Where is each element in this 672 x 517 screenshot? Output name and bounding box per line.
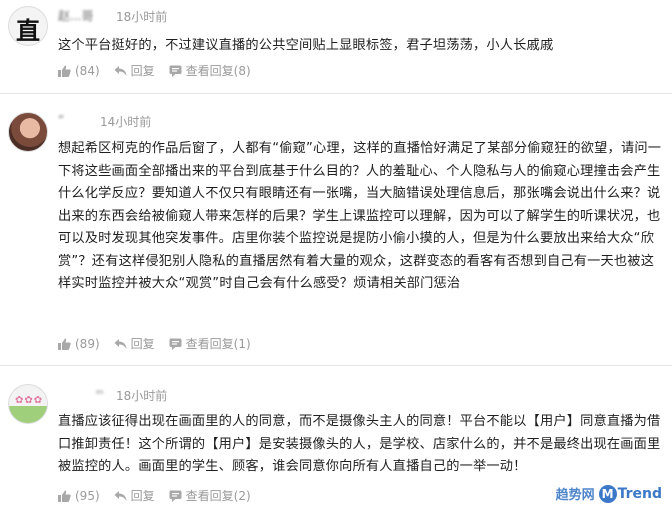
watermark-logo-icon: M <box>598 484 617 503</box>
view-replies-button[interactable]: 查看回复(8) <box>169 62 251 79</box>
view-replies-button[interactable]: 查看回复(2) <box>169 487 251 504</box>
reply-button[interactable]: 回复 <box>114 62 155 79</box>
view-replies-label: 查看回复(1) <box>185 337 251 351</box>
view-replies-label: 查看回复(2) <box>185 489 251 503</box>
thumb-up-icon <box>58 338 71 350</box>
divider <box>0 365 672 366</box>
reply-label: 回复 <box>130 64 155 78</box>
comment-actions: (95) 回复 查看回复(2) <box>58 487 265 504</box>
username[interactable]: ᵐ <box>96 387 103 401</box>
comment-time: 14小时前 <box>100 115 152 129</box>
reply-icon <box>114 338 127 349</box>
comment-list: 直 赵...哥 18小时前 这个平台挺好的，不过建议直播的公共空间贴上显眼标签，… <box>0 0 672 517</box>
reply-icon <box>114 490 127 501</box>
comment-text: 这个平台挺好的，不过建议直播的公共空间贴上显眼标签，君子坦荡荡，小人长戚戚 <box>58 38 554 53</box>
comment-text: 直播应该征得出现在画面里的人的同意，而不是摄像头主人的同意！平台不能以【用户】同… <box>58 414 661 474</box>
view-replies-icon <box>169 65 182 77</box>
view-replies-button[interactable]: 查看回复(1) <box>169 335 251 352</box>
avatar[interactable] <box>8 112 48 152</box>
comment-time: 18小时前 <box>116 389 168 403</box>
view-replies-label: 查看回复(8) <box>185 64 251 78</box>
like-button[interactable]: (89) <box>58 337 100 351</box>
watermark: 趋势网 M Trend <box>556 484 662 503</box>
divider <box>0 93 672 94</box>
thumb-up-icon <box>58 490 71 502</box>
reply-icon <box>114 65 127 76</box>
comment-time: 18小时前 <box>116 10 168 24</box>
username[interactable]: 赵...哥 <box>58 9 93 23</box>
like-button[interactable]: (95) <box>58 489 100 503</box>
username[interactable]: “ <box>58 113 88 127</box>
view-replies-icon <box>169 490 182 502</box>
reply-label: 回复 <box>130 489 155 503</box>
avatar[interactable]: ✿✿✿ <box>8 384 48 424</box>
thumb-up-icon <box>58 65 71 77</box>
comment-actions: (84) 回复 查看回复(8) <box>58 62 265 79</box>
comment-actions: (89) 回复 查看回复(1) <box>58 335 265 352</box>
avatar-pattern: ✿✿✿ <box>15 395 44 406</box>
reply-label: 回复 <box>130 337 155 351</box>
reply-button[interactable]: 回复 <box>114 335 155 352</box>
comment-text: 想起希区柯克的作品后窗了，人都有“偷窥”心理，这样的直播恰好满足了某部分偷窥狂的… <box>58 141 662 291</box>
avatar[interactable]: 直 <box>8 6 48 46</box>
watermark-en: Trend <box>617 485 662 502</box>
reply-button[interactable]: 回复 <box>114 487 155 504</box>
like-count: (89) <box>75 336 100 351</box>
watermark-cn: 趋势网 <box>555 488 595 503</box>
like-count: (95) <box>75 488 100 503</box>
like-count: (84) <box>75 63 100 78</box>
like-button[interactable]: (84) <box>58 64 100 78</box>
avatar-glyph: 直 <box>16 16 40 45</box>
view-replies-icon <box>169 338 182 350</box>
